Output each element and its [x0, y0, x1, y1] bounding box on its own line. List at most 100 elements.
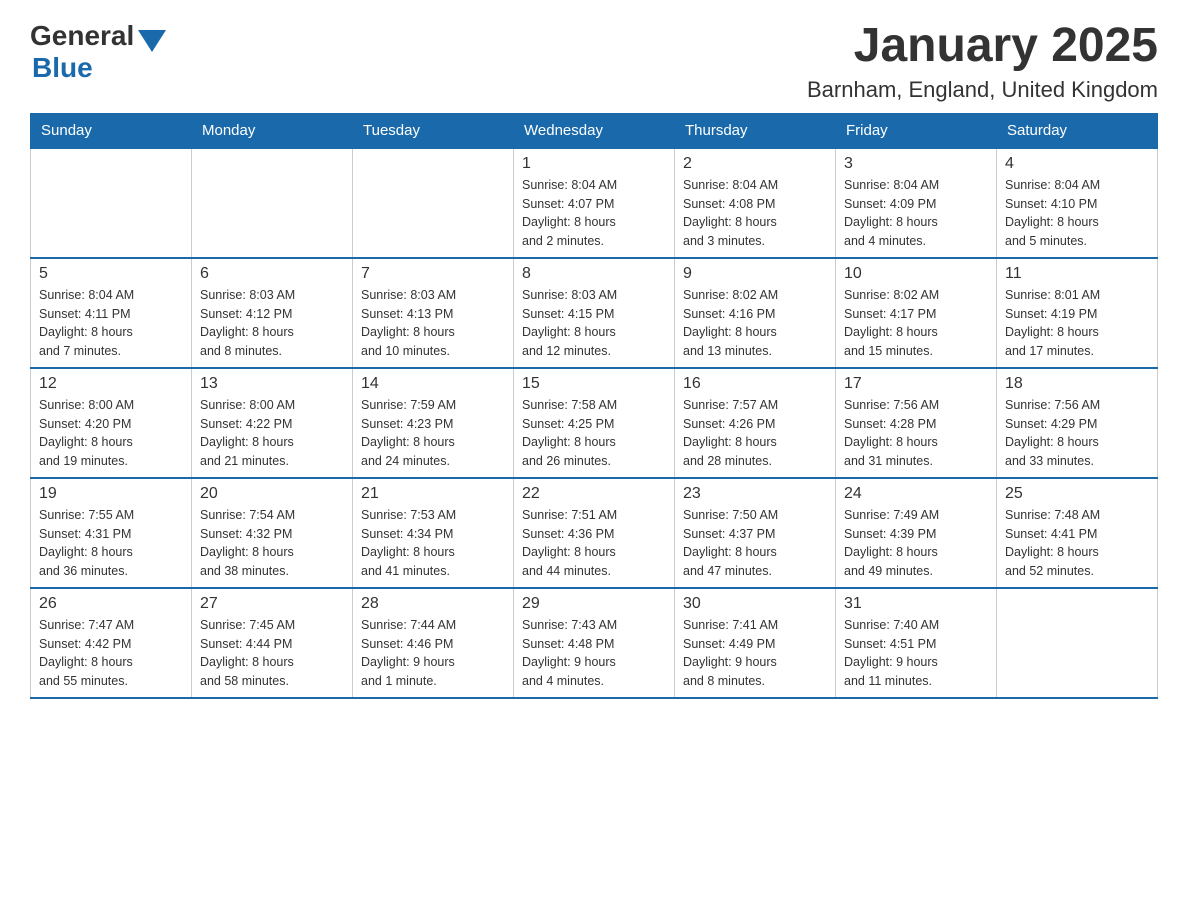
day-number: 4: [1005, 155, 1149, 173]
day-number: 30: [683, 595, 827, 613]
calendar-day-cell: 27 Sunrise: 7:45 AMSunset: 4:44 PMDayligh…: [192, 588, 353, 698]
weekday-header-thursday: Thursday: [675, 113, 836, 148]
day-info: Sunrise: 7:44 AMSunset: 4:46 PMDaylight:…: [361, 616, 505, 691]
day-info: Sunrise: 7:56 AMSunset: 4:29 PMDaylight:…: [1005, 396, 1149, 471]
day-info: Sunrise: 8:03 AMSunset: 4:12 PMDaylight:…: [200, 286, 344, 361]
day-number: 28: [361, 595, 505, 613]
day-number: 3: [844, 155, 988, 173]
calendar-day-cell: 10Sunrise: 8:02 AMSunset: 4:17 PMDayligh…: [836, 258, 997, 368]
calendar-week-row: 12 Sunrise: 8:00 AMSunset: 4:20 PMDayligh…: [31, 368, 1158, 478]
day-info: Sunrise: 7:51 AMSunset: 4:36 PMDaylight:…: [522, 506, 666, 581]
day-info: Sunrise: 8:04 AMSunset: 4:09 PMDaylight:…: [844, 176, 988, 251]
day-info: Sunrise: 8:04 AMSunset: 4:07 PMDaylight:…: [522, 176, 666, 251]
calendar-week-row: 26 Sunrise: 7:47 AMSunset: 4:42 PMDayligh…: [31, 588, 1158, 698]
weekday-header-wednesday: Wednesday: [514, 113, 675, 148]
day-info: Sunrise: 8:04 AMSunset: 4:10 PMDaylight:…: [1005, 176, 1149, 251]
day-number: 27: [200, 595, 344, 613]
day-info: Sunrise: 7:58 AMSunset: 4:25 PMDaylight:…: [522, 396, 666, 471]
calendar-day-cell: 29 Sunrise: 7:43 AMSunset: 4:48 PMDayligh…: [514, 588, 675, 698]
day-number: 9: [683, 265, 827, 283]
calendar-day-cell: 2 Sunrise: 8:04 AMSunset: 4:08 PMDaylight…: [675, 148, 836, 258]
day-number: 17: [844, 375, 988, 393]
calendar-day-cell: 31 Sunrise: 7:40 AMSunset: 4:51 PMDayligh…: [836, 588, 997, 698]
weekday-header-sunday: Sunday: [31, 113, 192, 148]
calendar-day-cell: 7Sunrise: 8:03 AMSunset: 4:13 PMDaylight…: [353, 258, 514, 368]
calendar-day-cell: 16 Sunrise: 7:57 AMSunset: 4:26 PMDayligh…: [675, 368, 836, 478]
day-info: Sunrise: 8:04 AMSunset: 4:08 PMDaylight:…: [683, 176, 827, 251]
day-number: 22: [522, 485, 666, 503]
calendar-day-cell: 30Sunrise: 7:41 AMSunset: 4:49 PMDayligh…: [675, 588, 836, 698]
calendar-day-cell: 8 Sunrise: 8:03 AMSunset: 4:15 PMDaylight…: [514, 258, 675, 368]
day-info: Sunrise: 8:04 AMSunset: 4:11 PMDaylight:…: [39, 286, 183, 361]
calendar-day-cell: 15 Sunrise: 7:58 AMSunset: 4:25 PMDayligh…: [514, 368, 675, 478]
day-number: 10: [844, 265, 988, 283]
day-number: 13: [200, 375, 344, 393]
calendar-title: January 2025: [807, 20, 1158, 73]
day-info: Sunrise: 8:00 AMSunset: 4:20 PMDaylight:…: [39, 396, 183, 471]
calendar-subtitle: Barnham, England, United Kingdom: [807, 77, 1158, 103]
calendar-table: SundayMondayTuesdayWednesdayThursdayFrid…: [30, 113, 1158, 699]
calendar-day-cell: 22 Sunrise: 7:51 AMSunset: 4:36 PMDayligh…: [514, 478, 675, 588]
day-info: Sunrise: 7:43 AMSunset: 4:48 PMDaylight:…: [522, 616, 666, 691]
calendar-day-cell: 24 Sunrise: 7:49 AMSunset: 4:39 PMDayligh…: [836, 478, 997, 588]
day-info: Sunrise: 7:40 AMSunset: 4:51 PMDaylight:…: [844, 616, 988, 691]
page-header: General Blue January 2025 Barnham, Engla…: [30, 20, 1158, 103]
day-number: 5: [39, 265, 183, 283]
calendar-day-cell: 28 Sunrise: 7:44 AMSunset: 4:46 PMDayligh…: [353, 588, 514, 698]
day-info: Sunrise: 7:56 AMSunset: 4:28 PMDaylight:…: [844, 396, 988, 471]
day-number: 2: [683, 155, 827, 173]
day-info: Sunrise: 8:01 AMSunset: 4:19 PMDaylight:…: [1005, 286, 1149, 361]
day-number: 1: [522, 155, 666, 173]
day-number: 8: [522, 265, 666, 283]
day-info: Sunrise: 7:53 AMSunset: 4:34 PMDaylight:…: [361, 506, 505, 581]
calendar-day-cell: 20Sunrise: 7:54 AMSunset: 4:32 PMDayligh…: [192, 478, 353, 588]
day-number: 23: [683, 485, 827, 503]
day-info: Sunrise: 7:47 AMSunset: 4:42 PMDaylight:…: [39, 616, 183, 691]
calendar-empty-cell: [192, 148, 353, 258]
weekday-header-tuesday: Tuesday: [353, 113, 514, 148]
day-number: 29: [522, 595, 666, 613]
calendar-day-cell: 17 Sunrise: 7:56 AMSunset: 4:28 PMDayligh…: [836, 368, 997, 478]
day-number: 24: [844, 485, 988, 503]
day-number: 7: [361, 265, 505, 283]
day-info: Sunrise: 7:59 AMSunset: 4:23 PMDaylight:…: [361, 396, 505, 471]
day-info: Sunrise: 7:50 AMSunset: 4:37 PMDaylight:…: [683, 506, 827, 581]
day-info: Sunrise: 7:55 AMSunset: 4:31 PMDaylight:…: [39, 506, 183, 581]
day-number: 18: [1005, 375, 1149, 393]
calendar-day-cell: 5 Sunrise: 8:04 AMSunset: 4:11 PMDaylight…: [31, 258, 192, 368]
calendar-day-cell: 3 Sunrise: 8:04 AMSunset: 4:09 PMDaylight…: [836, 148, 997, 258]
logo-blue-text: Blue: [32, 52, 93, 84]
weekday-header-friday: Friday: [836, 113, 997, 148]
day-number: 19: [39, 485, 183, 503]
day-number: 20: [200, 485, 344, 503]
calendar-day-cell: 23 Sunrise: 7:50 AMSunset: 4:37 PMDayligh…: [675, 478, 836, 588]
calendar-day-cell: 21 Sunrise: 7:53 AMSunset: 4:34 PMDayligh…: [353, 478, 514, 588]
weekday-header-saturday: Saturday: [997, 113, 1158, 148]
calendar-day-cell: 13Sunrise: 8:00 AMSunset: 4:22 PMDayligh…: [192, 368, 353, 478]
day-number: 11: [1005, 265, 1149, 283]
day-info: Sunrise: 8:03 AMSunset: 4:15 PMDaylight:…: [522, 286, 666, 361]
calendar-day-cell: 12 Sunrise: 8:00 AMSunset: 4:20 PMDayligh…: [31, 368, 192, 478]
calendar-empty-cell: [997, 588, 1158, 698]
day-number: 12: [39, 375, 183, 393]
calendar-day-cell: 11 Sunrise: 8:01 AMSunset: 4:19 PMDayligh…: [997, 258, 1158, 368]
day-info: Sunrise: 7:57 AMSunset: 4:26 PMDaylight:…: [683, 396, 827, 471]
day-number: 15: [522, 375, 666, 393]
calendar-week-row: 19 Sunrise: 7:55 AMSunset: 4:31 PMDayligh…: [31, 478, 1158, 588]
day-number: 16: [683, 375, 827, 393]
calendar-day-cell: 1 Sunrise: 8:04 AMSunset: 4:07 PMDaylight…: [514, 148, 675, 258]
day-number: 26: [39, 595, 183, 613]
title-section: January 2025 Barnham, England, United Ki…: [807, 20, 1158, 103]
weekday-header-monday: Monday: [192, 113, 353, 148]
calendar-week-row: 1 Sunrise: 8:04 AMSunset: 4:07 PMDaylight…: [31, 148, 1158, 258]
calendar-empty-cell: [353, 148, 514, 258]
day-number: 31: [844, 595, 988, 613]
day-number: 21: [361, 485, 505, 503]
calendar-day-cell: 19 Sunrise: 7:55 AMSunset: 4:31 PMDayligh…: [31, 478, 192, 588]
day-number: 25: [1005, 485, 1149, 503]
day-info: Sunrise: 7:45 AMSunset: 4:44 PMDaylight:…: [200, 616, 344, 691]
day-info: Sunrise: 7:49 AMSunset: 4:39 PMDaylight:…: [844, 506, 988, 581]
day-number: 6: [200, 265, 344, 283]
calendar-day-cell: 25Sunrise: 7:48 AMSunset: 4:41 PMDayligh…: [997, 478, 1158, 588]
calendar-day-cell: 18 Sunrise: 7:56 AMSunset: 4:29 PMDayligh…: [997, 368, 1158, 478]
